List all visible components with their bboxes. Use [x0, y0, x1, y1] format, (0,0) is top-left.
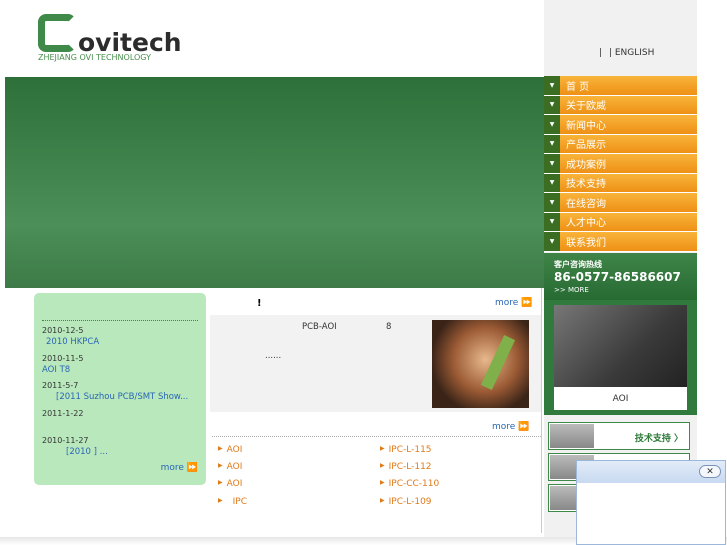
list-item[interactable]: ▶ IPC-L-109: [380, 497, 432, 507]
nav-label: 成功案例: [566, 159, 606, 171]
english-link[interactable]: ENGLISH: [615, 48, 655, 58]
banner-image: [5, 77, 544, 288]
news-title-link[interactable]: AOI T8: [42, 365, 70, 375]
nav-item-home[interactable]: ▼ 首 页: [544, 76, 697, 96]
feature-panel: PCB-AOI 8 ......: [210, 315, 541, 412]
hotline-box: 客户咨询热线 86-0577-86586607 >> MORE: [544, 253, 697, 300]
lang-separator: |: [599, 48, 603, 58]
product-box: AOI: [544, 300, 697, 415]
list-item-label: IPC-L-109: [388, 497, 432, 507]
nav-label: 人才中心: [566, 218, 606, 230]
nav-label: 首 页: [566, 81, 590, 93]
feature-image[interactable]: [432, 320, 529, 408]
product-label[interactable]: AOI: [554, 387, 687, 410]
logo-subtitle: ZHEJIANG OVI TECHNOLOGY: [38, 53, 151, 62]
nav-label: 关于欧威: [566, 101, 606, 113]
nav-label: 新闻中心: [566, 120, 606, 132]
nav-arrow-icon: ▼: [544, 154, 560, 173]
bullet-icon: ▶: [380, 479, 385, 486]
popup-header: ✕: [577, 461, 725, 483]
lang-separator: |: [608, 48, 612, 58]
nav-item-products[interactable]: ▼ 产品展示: [544, 134, 697, 154]
list-item[interactable]: ▶ IPC-CC-110: [380, 479, 439, 489]
list-item[interactable]: ▶ IPC-L-115: [380, 445, 432, 455]
news-date: 2011-1-22: [42, 409, 84, 418]
pcb-strip-shape: [480, 335, 516, 390]
hotline-title: 客户咨询热线: [554, 260, 602, 269]
nav-item-careers[interactable]: ▼ 人才中心: [544, 212, 697, 232]
list-item[interactable]: ▶ IPC-L-112: [380, 462, 432, 472]
side-thumb-image: [550, 424, 594, 448]
bullet-icon: ▶: [380, 445, 385, 452]
floating-popup: ✕: [576, 460, 726, 545]
bullet-icon: ▶: [218, 497, 223, 504]
nav-item-about[interactable]: ▼ 关于欧威: [544, 95, 697, 115]
list-item[interactable]: ▶ AOI: [218, 462, 242, 472]
list-item[interactable]: ▶ AOI: [218, 479, 242, 489]
bullet-icon: ▶: [380, 497, 385, 504]
list-item[interactable]: ▶ AOI: [218, 445, 242, 455]
news-date: 2011-5-7: [42, 381, 79, 390]
list-item[interactable]: ▶ IPC: [218, 497, 247, 507]
center-more-link[interactable]: more ⏩: [495, 298, 532, 308]
nav-label: 联系我们: [566, 237, 606, 249]
list-item-label: AOI: [226, 479, 243, 489]
news-date: 2010-12-5: [42, 326, 84, 335]
nav-arrow-icon: ▼: [544, 95, 560, 114]
news-title-link[interactable]: [2011 Suzhou PCB/SMT Show...: [56, 392, 188, 402]
product-image[interactable]: [554, 305, 687, 387]
nav-item-consult[interactable]: ▼ 在线咨询: [544, 193, 697, 213]
news-date: 2010-11-27: [42, 436, 89, 445]
bullet-icon: ▶: [218, 445, 223, 452]
feature-text: 8: [386, 322, 392, 332]
side-link-tech-support[interactable]: 技术支持 〉: [548, 422, 690, 450]
nav-arrow-icon: ▼: [544, 134, 560, 153]
feature-text: PCB-AOI: [302, 322, 337, 332]
nav-item-support[interactable]: ▼ 技术支持: [544, 173, 697, 193]
nav-item-news[interactable]: ▼ 新闻中心: [544, 115, 697, 135]
hotline-more-link[interactable]: >> MORE: [554, 286, 589, 294]
nav-label: 产品展示: [566, 140, 606, 152]
news-divider: [42, 320, 198, 321]
logo-mark-icon: [38, 14, 76, 52]
nav-label: 在线咨询: [566, 198, 606, 210]
nav-arrow-icon: ▼: [544, 76, 560, 95]
bullet-icon: ▶: [218, 479, 223, 486]
hotline-phone: 86-0577-86586607: [554, 270, 681, 284]
nav-item-cases[interactable]: ▼ 成功案例: [544, 154, 697, 174]
list-item-label: IPC-L-112: [388, 462, 432, 472]
news-box: 2010-12-5 2010 HKPCA 2010-11-5 AOI T8 20…: [34, 293, 206, 485]
center-section-title: !: [257, 298, 262, 309]
close-icon[interactable]: ✕: [699, 465, 721, 478]
language-switcher: | | ENGLISH: [595, 48, 654, 58]
column-divider: [541, 288, 542, 533]
nav-arrow-icon: ▼: [544, 115, 560, 134]
list-divider: [212, 436, 541, 437]
list-more-link[interactable]: more ⏩: [492, 422, 529, 432]
news-date: 2010-11-5: [42, 354, 84, 363]
main-nav: ▼ 首 页 ▼ 关于欧威 ▼ 新闻中心 ▼ 产品展示 ▼ 成功案例 ▼ 技术支持 ▼ 在线咨询…: [544, 76, 697, 252]
news-more-link[interactable]: more ⏩: [161, 463, 198, 473]
bullet-icon: ▶: [380, 462, 385, 469]
list-item-label: IPC: [232, 497, 247, 507]
list-item-label: IPC-L-115: [388, 445, 432, 455]
news-title-link[interactable]: 2010 HKPCA: [46, 337, 99, 347]
news-title-link[interactable]: [2010 ] ...: [66, 447, 108, 457]
nav-arrow-icon: ▼: [544, 173, 560, 192]
nav-arrow-icon: ▼: [544, 232, 560, 251]
list-item-label: AOI: [226, 445, 243, 455]
list-item-label: IPC-CC-110: [388, 479, 440, 489]
side-link-label: 技术支持 〉: [634, 434, 683, 444]
nav-label: 技术支持: [566, 179, 606, 191]
nav-item-contact[interactable]: ▼ 联系我们: [544, 232, 697, 252]
feature-text: ......: [265, 351, 282, 361]
nav-arrow-icon: ▼: [544, 193, 560, 212]
nav-arrow-icon: ▼: [544, 212, 560, 231]
list-item-label: AOI: [226, 462, 243, 472]
bullet-icon: ▶: [218, 462, 223, 469]
